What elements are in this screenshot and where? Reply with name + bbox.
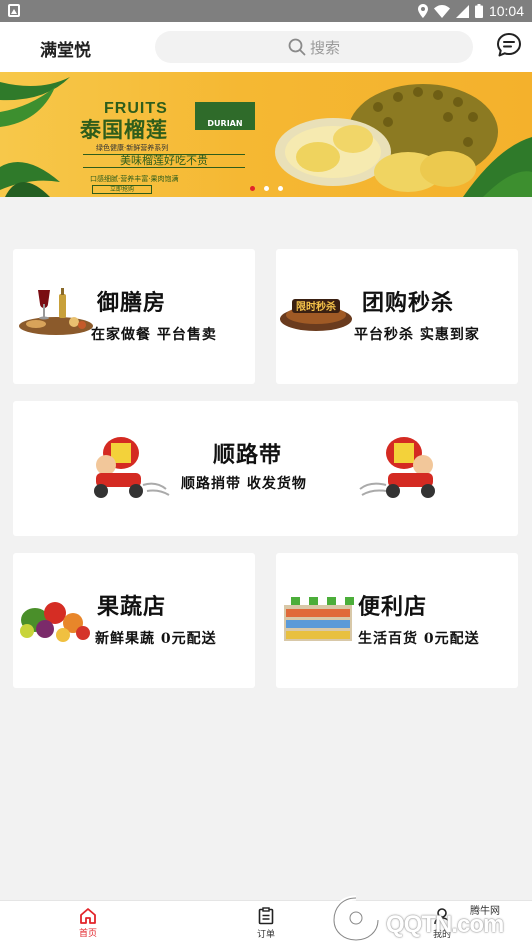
banner-sub: 口感细腻·营养丰富·果肉饱满 <box>90 175 179 183</box>
flash-sale-image: 限时秒杀 <box>280 299 352 331</box>
banner-dot[interactable] <box>277 186 283 191</box>
store-shelf-image <box>282 597 354 641</box>
location-icon <box>417 4 428 18</box>
watermark: 腾牛网 QQTN.com <box>330 888 530 946</box>
wifi-icon <box>433 4 450 18</box>
card-title: 团购秒杀 <box>362 291 455 316</box>
card-title: 顺路带 <box>213 443 283 468</box>
banner-title: 泰国榴莲 <box>80 118 168 142</box>
status-time: 10:04 <box>488 3 524 19</box>
banner-dot[interactable] <box>249 186 255 191</box>
card-desc: 生活百货 0元配送 <box>358 631 480 647</box>
banner-tagline: 绿色健康·新鲜营养系列 <box>96 144 169 152</box>
card-convenience[interactable]: 便利店 生活百货 0元配送 <box>276 553 518 688</box>
card-title: 便利店 <box>358 595 428 620</box>
card-title: 果蔬店 <box>97 595 167 620</box>
banner-slogan: 美味榴莲好吃不贵 <box>83 154 245 168</box>
durian-image <box>275 84 532 197</box>
svg-text:限时秒杀: 限时秒杀 <box>296 300 336 313</box>
delivery-scooter-left-image <box>94 437 170 498</box>
banner-pagination <box>0 186 532 191</box>
card-desc: 顺路捎带 收发货物 <box>181 476 307 492</box>
notification-icon <box>8 4 20 17</box>
delivery-scooter-right-image <box>359 437 435 498</box>
nav-label: 订单 <box>256 930 275 940</box>
card-shunludai[interactable]: 顺路带 顺路捎带 收发货物 <box>13 401 518 536</box>
search-icon <box>288 38 306 56</box>
nav-label: 首页 <box>78 929 97 939</box>
wine-food-image <box>19 288 93 335</box>
promo-banner[interactable]: FRUITS DURIAN 泰国榴莲 绿色健康·新鲜营养系列 美味榴莲好吃不贵 … <box>0 72 532 197</box>
banner-durian-badge: DURIAN <box>195 102 255 130</box>
search-input[interactable]: 搜索 <box>155 31 473 63</box>
battery-icon <box>474 4 483 18</box>
card-group-buy[interactable]: 限时秒杀 团购秒杀 平台秒杀 实惠到家 <box>276 249 518 384</box>
card-title: 御膳房 <box>97 291 167 316</box>
fruit-veg-image <box>20 602 90 642</box>
status-bar: 10:04 <box>0 0 532 22</box>
app-title: 满堂悦 <box>40 41 91 61</box>
card-desc: 新鲜果蔬 0元配送 <box>95 631 217 647</box>
order-icon <box>258 907 274 925</box>
home-icon <box>80 908 96 924</box>
card-desc: 在家做餐 平台售卖 <box>91 327 217 343</box>
watermark-logo-image <box>331 895 381 942</box>
nav-orders[interactable]: 订单 <box>236 907 296 945</box>
card-desc: 平台秒杀 实惠到家 <box>354 327 480 343</box>
signal-icon <box>455 4 469 18</box>
card-fruit-veg[interactable]: 果蔬店 新鲜果蔬 0元配送 <box>13 553 255 688</box>
card-yushanfang[interactable]: 御膳房 在家做餐 平台售卖 <box>13 249 255 384</box>
top-header: 满堂悦 搜索 <box>0 22 532 72</box>
nav-home[interactable]: 首页 <box>58 907 118 945</box>
watermark-logo: QQTN.com <box>386 911 504 938</box>
message-icon[interactable] <box>495 31 523 59</box>
banner-dot[interactable] <box>263 186 269 191</box>
search-placeholder: 搜索 <box>309 38 340 57</box>
